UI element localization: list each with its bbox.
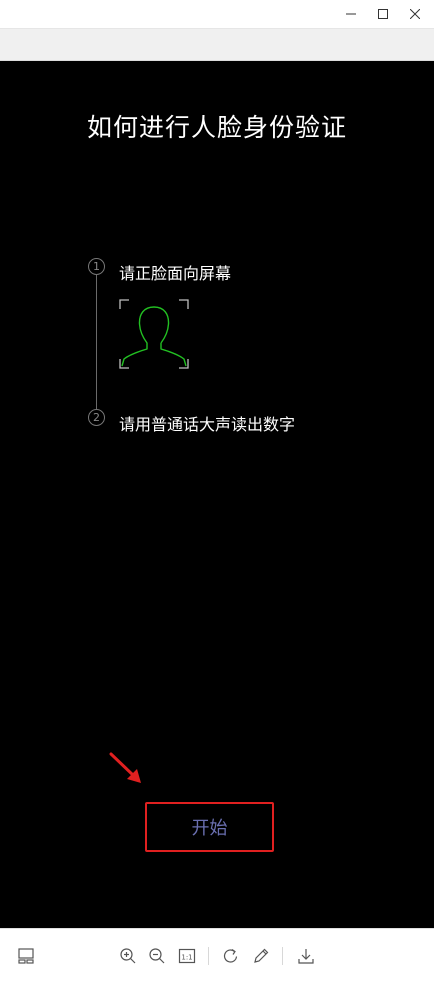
step-number-2: 2 xyxy=(88,409,105,426)
close-icon xyxy=(410,9,420,19)
toolbar-separator xyxy=(208,947,209,965)
download-button[interactable] xyxy=(295,945,317,967)
annotation-arrow-icon xyxy=(109,752,141,783)
step-number-1: 1 xyxy=(88,258,105,275)
edit-pen-icon xyxy=(254,948,269,963)
actual-size-label: 1:1 xyxy=(181,954,192,962)
maximize-icon xyxy=(378,9,388,19)
face-outline-icon xyxy=(119,299,189,369)
start-button-label: 开始 xyxy=(191,818,228,839)
toolbar-separator xyxy=(282,947,283,965)
zoom-out-button[interactable] xyxy=(146,945,168,967)
page-title: 如何进行人脸身份验证 xyxy=(86,113,347,142)
rotate-icon xyxy=(223,949,238,963)
actual-size-icon: 1:1 xyxy=(178,948,196,964)
top-toolbar-strip xyxy=(0,28,434,61)
download-icon xyxy=(298,949,314,964)
window-titlebar xyxy=(0,0,434,28)
steps-connector-line xyxy=(95,275,97,410)
start-button[interactable]: 开始 xyxy=(145,802,274,852)
zoom-out-icon xyxy=(149,948,165,964)
minimize-button[interactable] xyxy=(333,0,369,28)
maximize-button[interactable] xyxy=(365,0,401,28)
step-text-1: 请正脸面向屏幕 xyxy=(119,264,232,283)
actual-size-button[interactable]: 1:1 xyxy=(176,945,198,967)
rotate-button[interactable] xyxy=(220,945,242,967)
layout-button[interactable] xyxy=(15,945,37,967)
image-viewer-canvas xyxy=(0,61,434,928)
step-text-2: 请用普通话大声读出数字 xyxy=(119,415,296,434)
close-button[interactable] xyxy=(397,0,433,28)
viewer-toolbar: 1:1 xyxy=(0,928,434,988)
minimize-icon xyxy=(346,13,356,15)
zoom-in-icon xyxy=(120,948,136,964)
layout-icon xyxy=(18,948,34,964)
edit-button[interactable] xyxy=(250,945,272,967)
zoom-in-button[interactable] xyxy=(117,945,139,967)
